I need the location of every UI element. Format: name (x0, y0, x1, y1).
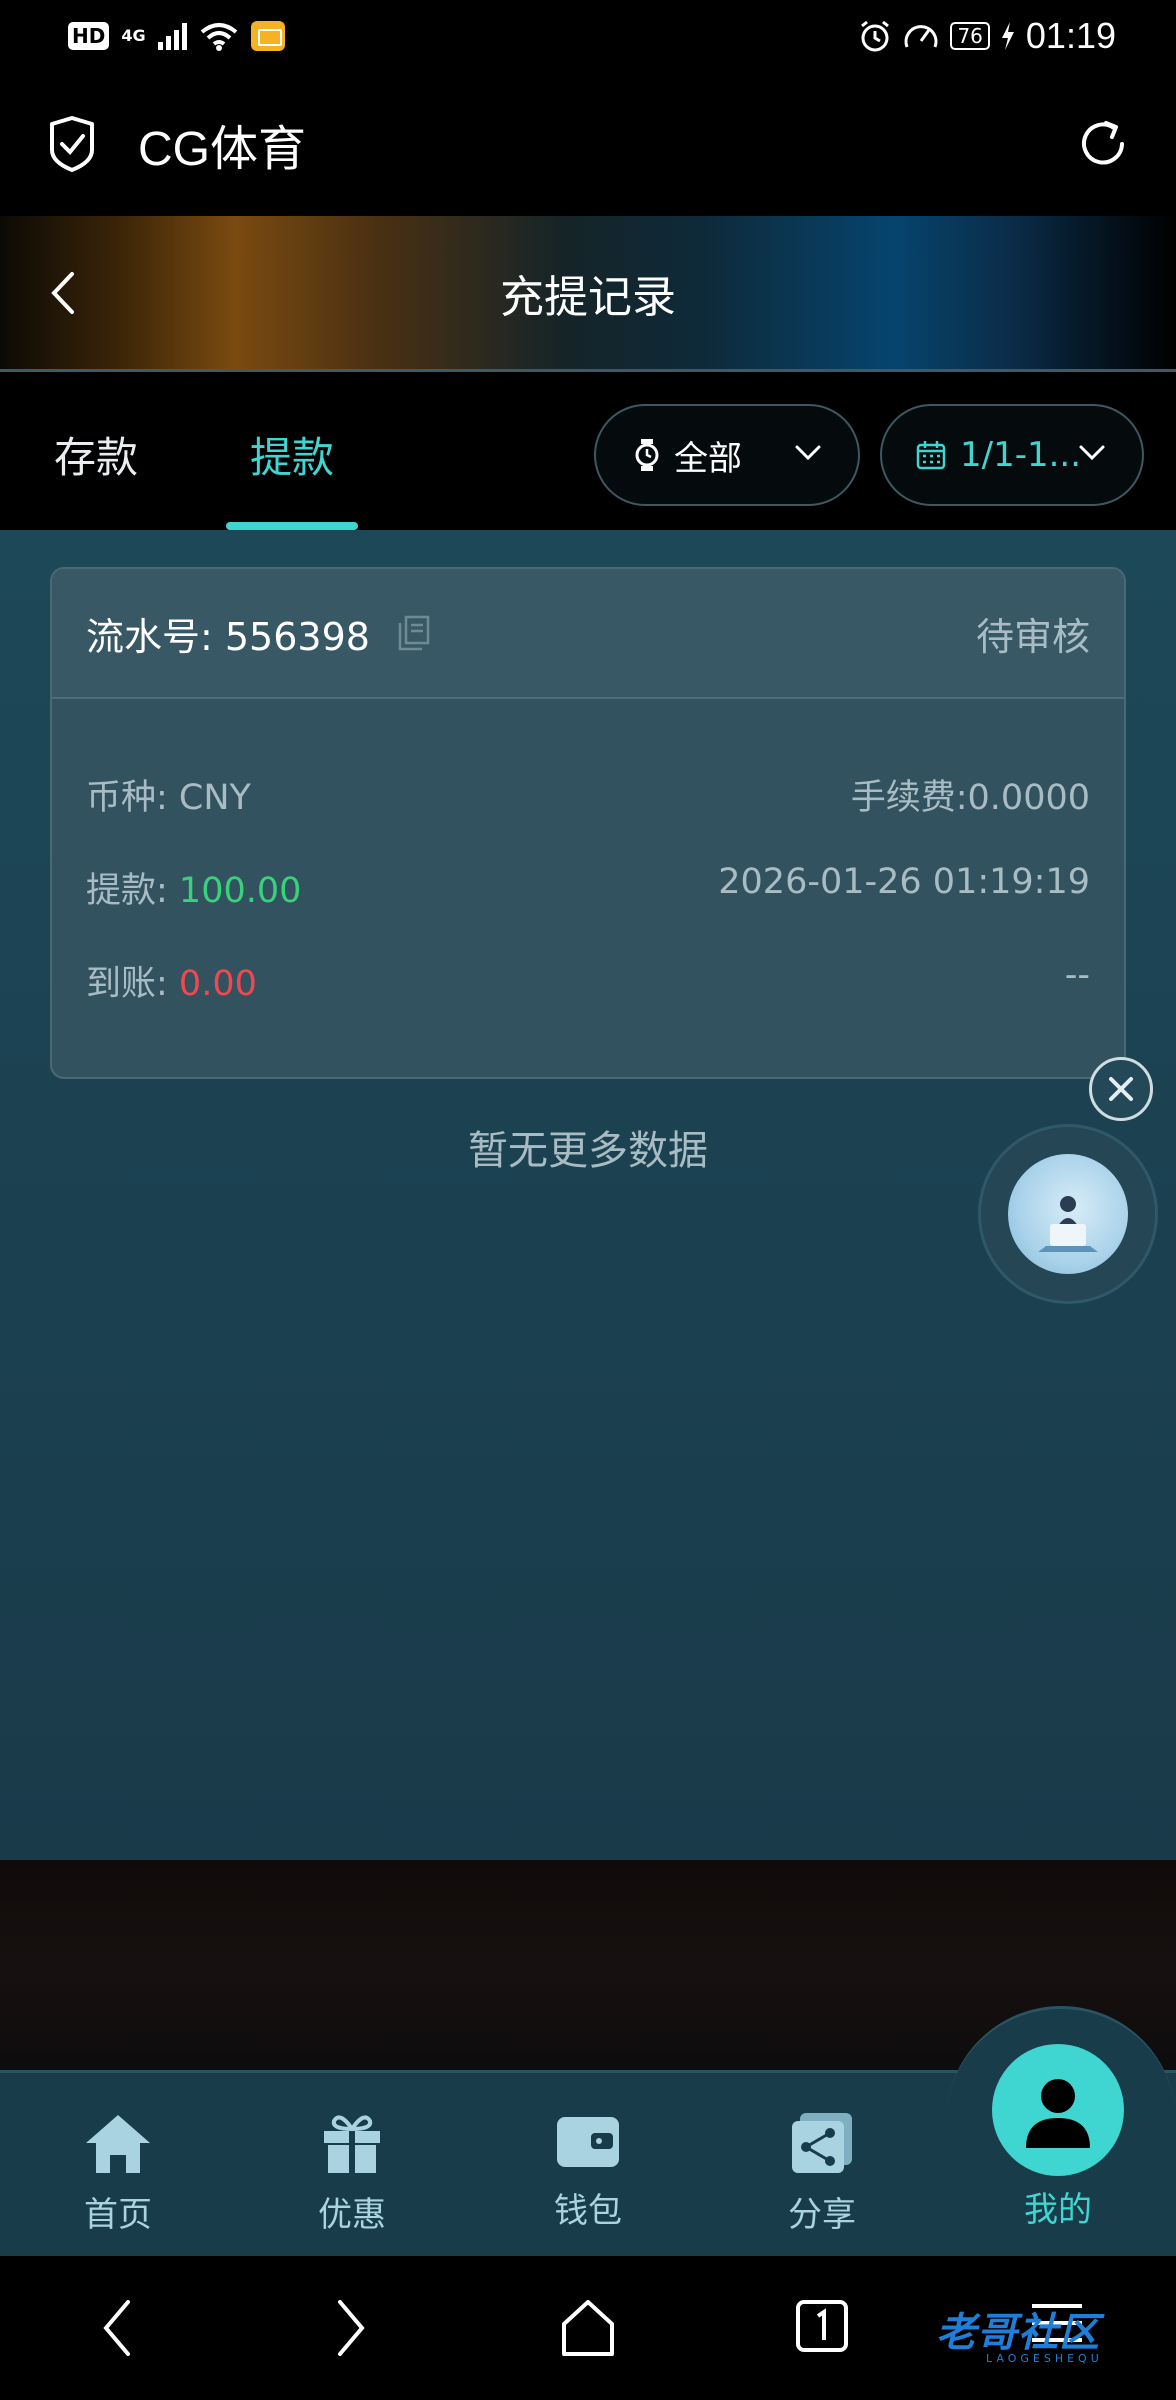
page-title: 充提记录 (500, 271, 676, 323)
system-home-icon[interactable] (560, 2298, 616, 2358)
nav-me[interactable] (992, 2044, 1124, 2176)
tab-deposit[interactable]: 存款 (54, 424, 138, 485)
nav-promo[interactable]: 优惠 (282, 2111, 422, 2236)
active-tab-indicator (226, 522, 358, 530)
received-label: 到账: (86, 964, 179, 1004)
calendar-icon (916, 441, 946, 470)
tab-filter-bar: 存款 提款 全部 1/1-1... (0, 372, 1176, 530)
clock: 01:19 (1025, 15, 1116, 56)
app-title: CG体育 (138, 123, 307, 176)
customer-service-agent-icon (1008, 1154, 1128, 1274)
watermark-subtext: LAOGESHEQU (986, 2352, 1103, 2365)
tab-withdraw[interactable]: 提款 (250, 424, 334, 485)
received-info: 到账: 0.00 (86, 955, 257, 1006)
received-extra: -- (1064, 955, 1090, 995)
charging-icon (1001, 22, 1014, 50)
nav-wallet[interactable]: 钱包 (518, 2111, 658, 2232)
wallet-icon (557, 2117, 619, 2167)
copy-icon[interactable] (396, 615, 432, 651)
system-tabs-icon[interactable] (796, 2298, 848, 2354)
nav-me-label[interactable]: 我的 (988, 2182, 1128, 2231)
fee-label: 手续费:0.0000 (850, 778, 1090, 818)
home-icon (86, 2115, 150, 2173)
currency-row: 币种: CNY 手续费:0.0000 (86, 769, 1090, 820)
serial-number: 流水号: 556398 (86, 614, 370, 659)
battery-indicator: 76 (950, 22, 990, 50)
wifi-icon (200, 23, 237, 51)
refresh-icon[interactable] (1076, 117, 1130, 171)
nav-promo-label: 优惠 (318, 2195, 386, 2235)
share-icon (792, 2113, 852, 2173)
close-float-button[interactable] (1089, 1057, 1153, 1121)
withdraw-info: 提款: 100.00 (86, 862, 301, 913)
watch-icon (635, 439, 659, 471)
hd-badge: HD (68, 22, 110, 50)
status-bar: HD 4G 76 01:19 (0, 0, 1176, 72)
system-back-icon[interactable] (100, 2298, 134, 2358)
date-filter-value: 1/1-1... (960, 435, 1082, 475)
record-card-header: 流水号: 556398 待审核 (52, 569, 1124, 699)
network-type: 4G (121, 26, 146, 45)
alarm-icon (861, 20, 890, 52)
watermark-logo: 老哥社区 (936, 2310, 1100, 2356)
record-datetime: 2026-01-26 01:19:19 (718, 862, 1090, 902)
chevron-down-icon (795, 445, 821, 461)
received-amount: 0.00 (178, 964, 257, 1004)
withdraw-row: 提款: 100.00 2026-01-26 01:19:19 (86, 862, 1090, 913)
shield-check-icon (50, 116, 94, 172)
close-icon (1109, 1077, 1133, 1101)
nav-share[interactable]: 分享 (752, 2111, 892, 2236)
user-icon (1026, 2079, 1090, 2148)
currency-label: 币种: CNY (86, 778, 251, 818)
page-header: 充提记录 (0, 216, 1176, 372)
nav-home[interactable]: 首页 (48, 2111, 188, 2236)
signal-icon (157, 22, 187, 50)
system-forward-icon[interactable] (334, 2298, 368, 2358)
record-card[interactable]: 流水号: 556398 待审核 币种: CNY 手续费:0.0000 提款: 1… (50, 567, 1126, 1079)
app-bar: CG体育 (0, 72, 1176, 216)
status-filter-value: 全部 (674, 438, 742, 479)
status-filter-dropdown[interactable]: 全部 (594, 404, 860, 506)
speed-icon (904, 25, 938, 48)
chevron-down-icon (1079, 445, 1105, 461)
back-arrow-icon[interactable] (48, 268, 78, 318)
withdraw-label: 提款: (86, 871, 179, 911)
nav-share-label: 分享 (788, 2195, 856, 2235)
date-filter-dropdown[interactable]: 1/1-1... (880, 404, 1144, 506)
mail-notification-icon (250, 21, 285, 51)
received-row: 到账: 0.00 -- (86, 955, 1090, 1006)
nav-wallet-label: 钱包 (554, 2191, 622, 2231)
withdraw-amount: 100.00 (178, 871, 302, 911)
nav-home-label: 首页 (84, 2195, 152, 2235)
customer-service-button[interactable] (978, 1124, 1158, 1304)
status-badge: 待审核 (975, 614, 1090, 659)
gift-icon (324, 2115, 380, 2173)
